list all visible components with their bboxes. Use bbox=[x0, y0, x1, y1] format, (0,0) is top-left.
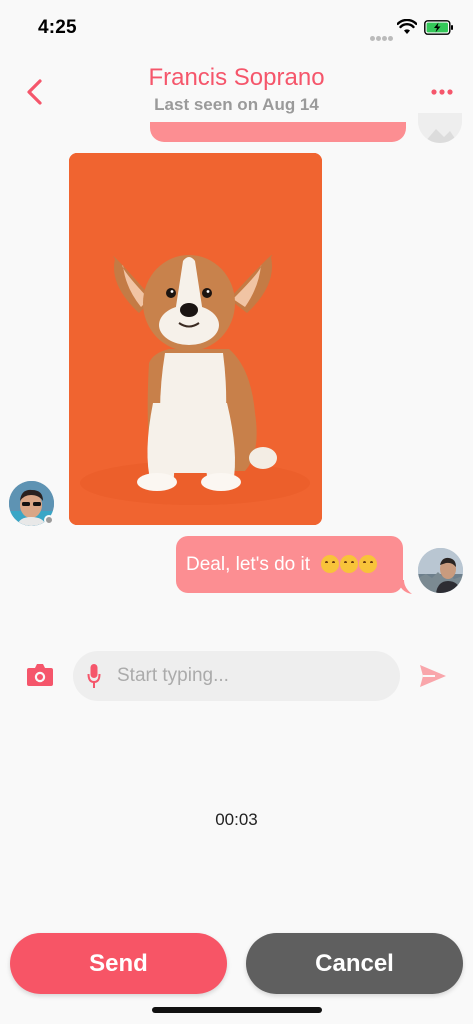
sent-message-bubble[interactable]: Deal, let's do it bbox=[176, 536, 403, 593]
chat-header: Francis Soprano Last seen on Aug 14 bbox=[0, 52, 473, 122]
cancel-recording-button[interactable]: Cancel bbox=[246, 933, 463, 994]
message-input[interactable] bbox=[117, 651, 387, 701]
kissing-face-emoji bbox=[359, 555, 378, 573]
wifi-icon bbox=[397, 19, 417, 34]
send-icon[interactable] bbox=[419, 664, 447, 688]
cellular-signal-icon bbox=[370, 28, 394, 46]
battery-charging-icon bbox=[424, 20, 453, 35]
microphone-icon[interactable] bbox=[87, 663, 101, 689]
previous-message-bubble[interactable] bbox=[150, 122, 406, 142]
sent-message-text: Deal, let's do it bbox=[186, 554, 311, 575]
presence-indicator bbox=[44, 515, 54, 525]
message-composer bbox=[73, 651, 400, 701]
dog-photo-message[interactable] bbox=[69, 153, 322, 525]
kissing-face-emoji bbox=[340, 555, 359, 573]
my-avatar-partial bbox=[418, 113, 462, 143]
bubble-tail bbox=[398, 580, 412, 594]
contact-name[interactable]: Francis Soprano bbox=[0, 64, 473, 92]
last-seen-status: Last seen on Aug 14 bbox=[154, 95, 319, 114]
more-options-icon[interactable] bbox=[431, 88, 453, 96]
recording-timer: 00:03 bbox=[215, 810, 258, 829]
status-time: 4:25 bbox=[38, 17, 77, 38]
status-bar: 4:25 bbox=[0, 0, 473, 52]
corgi-puppy-image bbox=[69, 153, 322, 525]
kissing-face-emoji bbox=[321, 555, 340, 573]
camera-icon[interactable] bbox=[26, 662, 54, 688]
my-avatar[interactable] bbox=[418, 548, 463, 593]
home-indicator[interactable] bbox=[152, 1007, 322, 1013]
send-recording-button[interactable]: Send bbox=[10, 933, 227, 994]
